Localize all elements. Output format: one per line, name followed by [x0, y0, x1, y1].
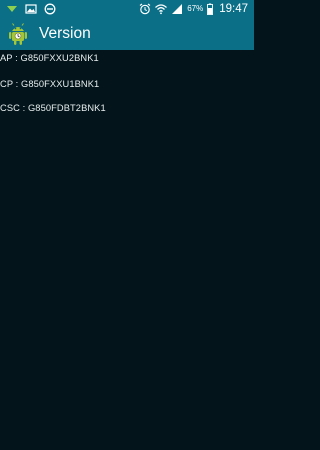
- android-icon[interactable]: [7, 22, 29, 46]
- block-icon: [44, 3, 56, 15]
- status-bar: 67% 19:47: [0, 0, 254, 18]
- image-icon: [25, 4, 37, 14]
- battery-percent: 67%: [187, 4, 204, 13]
- wifi-icon: [155, 4, 168, 15]
- alarm-icon: [139, 3, 151, 15]
- notification-icons: [0, 3, 56, 15]
- csc-version: CSC : G850FDBT2BNK1: [0, 103, 106, 113]
- clock: 19:47: [219, 3, 248, 15]
- page-title: Version: [39, 25, 91, 42]
- wifi-notification-icon: [7, 6, 17, 12]
- battery-icon: [207, 3, 214, 15]
- signal-icon: [172, 4, 183, 14]
- ap-version: AP : G850FXXU2BNK1: [0, 53, 99, 63]
- system-icons: 67% 19:47: [139, 0, 254, 18]
- cp-version: CP : G850FXXU1BNK1: [0, 79, 100, 89]
- app-bar: Version: [0, 18, 254, 50]
